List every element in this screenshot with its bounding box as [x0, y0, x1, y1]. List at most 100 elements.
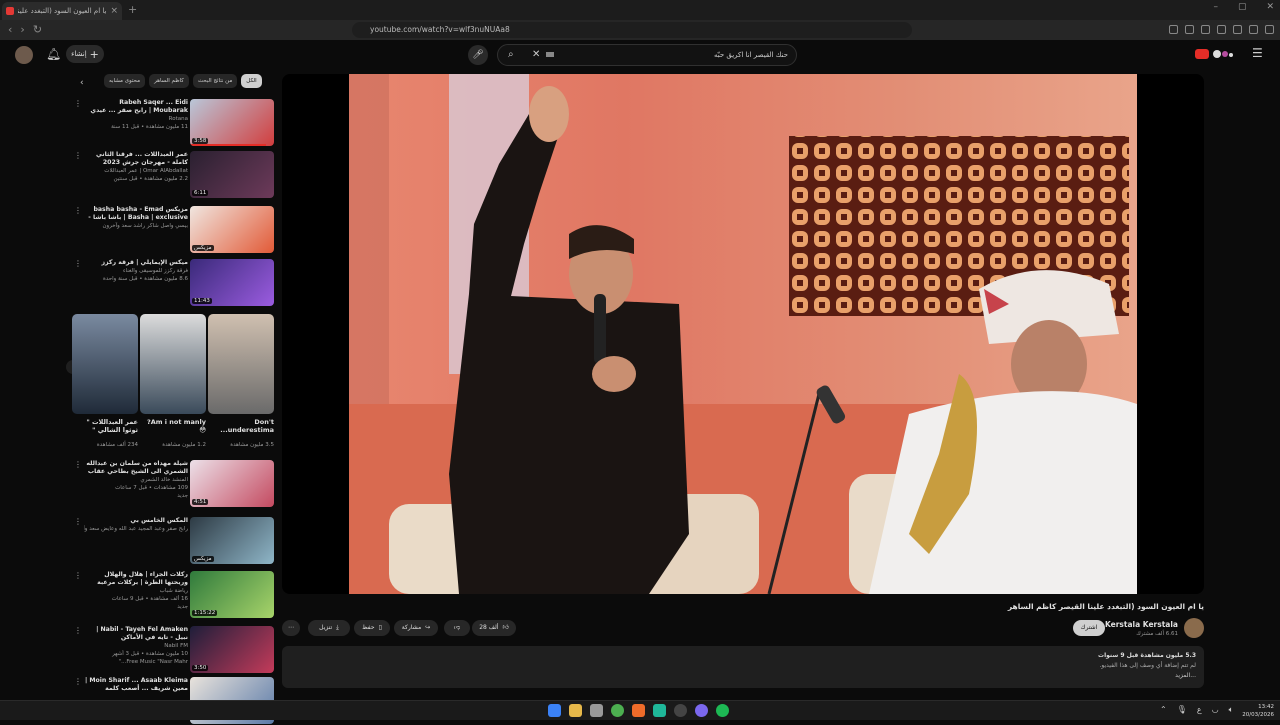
account-switcher-icon[interactable] [1211, 48, 1235, 60]
spotify-icon[interactable] [716, 704, 729, 717]
related-video-item[interactable]: 11:43 ميكس الإيمايلي | قرقة ركزز فرقة ركزز… [70, 259, 275, 307]
video-thumbnail[interactable]: مزيكس [190, 206, 274, 253]
steam-icon[interactable] [674, 704, 687, 717]
related-video-item[interactable]: 1:15:22 ركلات الجزاء | هلال والهلال وربحت… [70, 571, 275, 619]
maximize-button[interactable]: ▢ [1238, 2, 1247, 12]
more-options-icon[interactable]: ⋮ [74, 517, 82, 526]
forward-arrow-icon[interactable]: › [20, 23, 24, 36]
more-options-icon[interactable]: ⋮ [74, 99, 82, 108]
clear-search-icon[interactable]: ✕ [532, 45, 540, 65]
short-title[interactable]: Am i not manly? 😳 [140, 418, 206, 434]
video-frame[interactable] [349, 74, 1137, 594]
browser-tab[interactable]: يا ام العيون السود (التبغدد علينا القيصر… [2, 2, 122, 20]
like-button[interactable]: 28 ألف 👍︎ [472, 620, 516, 636]
search-input[interactable]: ⌕ ✕ حنك القيصر انا اكريق حبّه [497, 44, 797, 66]
close-window-button[interactable]: ✕ [1266, 2, 1274, 12]
video-thumbnail[interactable]: 3:58 [190, 99, 274, 146]
save-label: حفظ [362, 624, 375, 631]
description-box[interactable]: 5.3 مليون مشاهدة قبل 9 سنوات لم تتم إضاف… [282, 646, 1204, 688]
chips-prev-icon[interactable]: ‹ [80, 78, 84, 88]
filter-chip[interactable]: كاظم الساهر [149, 74, 189, 88]
new-badge: جديد [177, 493, 188, 499]
more-options-icon[interactable]: ⋮ [74, 626, 82, 635]
keyboard-icon[interactable] [546, 52, 554, 57]
video-thumbnail[interactable]: 1:15:22 [190, 571, 274, 618]
minimize-button[interactable]: – [1213, 2, 1218, 12]
video-thumbnail[interactable]: مزيكس [190, 517, 274, 564]
short-thumbnail[interactable] [72, 314, 138, 414]
short-title[interactable]: عمر العبداللات " ثوثوا الشالي " [72, 418, 138, 434]
reload-icon[interactable]: ↻ [33, 23, 42, 36]
video-thumbnail[interactable]: 6:11 [190, 151, 274, 198]
nav-buttons: ‹ › ↻ [8, 23, 42, 36]
video-info: Nabil - Tayeh Fel Amaken | نبيل - تايه ف… [84, 626, 188, 666]
short-thumbnail[interactable] [208, 314, 274, 414]
youtube-logo-icon[interactable] [1195, 49, 1209, 59]
more-actions-button[interactable]: ⋯ [282, 620, 300, 636]
mic-icon[interactable]: 🎙︎ [1177, 705, 1187, 715]
more-options-icon[interactable]: ⋮ [74, 460, 82, 469]
chevron-up-icon[interactable]: ⌃ [1160, 705, 1167, 715]
sidebar-icon[interactable] [1185, 25, 1194, 34]
notification-bell-icon[interactable]: 🔔︎ [46, 47, 61, 61]
video-player[interactable] [282, 74, 1204, 594]
duration-badge: 4:51 [192, 499, 209, 505]
short-title[interactable]: Don't underestima... [208, 418, 274, 434]
related-video-item[interactable]: 6:11 عمر العبداللات ... فرقنا الثاني كامل… [70, 151, 275, 199]
avatar[interactable] [15, 46, 33, 64]
channel-avatar[interactable] [1184, 618, 1204, 638]
brave-icon[interactable] [632, 704, 645, 717]
wallet-icon[interactable] [1201, 25, 1210, 34]
related-video-item[interactable]: 4:51 شيلة مهداه من سلمان بن عبدالله الشمر… [70, 460, 275, 508]
guide-menu-icon[interactable]: ☰ [1252, 46, 1263, 60]
filter-chip[interactable]: من نتائج البحث [192, 74, 238, 88]
download-icon[interactable] [1249, 25, 1258, 34]
volume-icon[interactable]: 🔈︎ [1229, 705, 1234, 715]
channel-name: رابح صقر وعبد المجيد عبد الله وعايض سعد … [84, 526, 188, 532]
subscribe-button[interactable]: اشترك [1073, 620, 1105, 636]
filter-chip[interactable]: محتوى مشابه [104, 74, 146, 88]
discord-icon[interactable] [695, 704, 708, 717]
more-options-icon[interactable]: ⋮ [74, 151, 82, 160]
filter-chip[interactable]: الكل [241, 74, 262, 88]
chrome-icon[interactable] [611, 704, 624, 717]
short-thumbnail[interactable] [140, 314, 206, 414]
video-thumbnail[interactable]: 4:51 [190, 460, 274, 507]
share-button[interactable]: مشاركة ↪ [394, 620, 438, 636]
language-indicator[interactable]: ع [1197, 705, 1202, 715]
shield-icon[interactable] [1233, 25, 1242, 34]
related-video-item[interactable]: مزيكس المكس الخامس بي رابح صقر وعبد المجيد… [70, 517, 275, 565]
file-explorer-icon[interactable] [569, 704, 582, 717]
show-more-link[interactable]: ...المزيد [1175, 672, 1196, 679]
more-options-icon[interactable]: ⋮ [74, 677, 82, 686]
extension-icon[interactable] [1169, 25, 1178, 34]
start-menu-icon[interactable] [548, 704, 561, 717]
back-arrow-icon[interactable]: ‹ [8, 23, 12, 36]
duration-badge: 6:11 [192, 190, 209, 196]
dislike-button[interactable]: 👎︎ [444, 620, 470, 636]
related-video-item[interactable]: 3:50 Nabil - Tayeh Fel Amaken | نبيل - تا… [70, 626, 275, 674]
vpn-icon[interactable] [1217, 25, 1226, 34]
more-options-icon[interactable]: ⋮ [74, 571, 82, 580]
more-options-icon[interactable]: ⋮ [74, 206, 82, 215]
address-bar[interactable]: youtube.com/watch?v=wlf3nuNUAa8 [352, 22, 912, 38]
new-tab-button[interactable]: + [128, 3, 137, 16]
channel-name[interactable]: Kerstala Kerstala [1105, 620, 1178, 629]
close-tab-icon[interactable]: × [110, 6, 118, 16]
clock[interactable]: 13:42 20/03/2026 [1242, 703, 1274, 719]
app-icon[interactable] [653, 704, 666, 717]
create-button[interactable]: إنشاء + [66, 45, 104, 63]
related-video-item[interactable]: مزيكس مزيكس basha basha - Emad Basha | ex… [70, 206, 275, 254]
download-button[interactable]: تنزيل ⤓ [308, 620, 350, 636]
video-thumbnail[interactable]: 11:43 [190, 259, 274, 306]
more-options-icon[interactable]: ⋮ [74, 259, 82, 268]
wifi-icon[interactable]: ◡ [1212, 705, 1219, 715]
save-button[interactable]: حفظ ▯ [354, 620, 390, 636]
video-thumbnail[interactable]: 3:50 [190, 626, 274, 673]
related-video-item[interactable]: 3:58 Rabeh Saqer ... Eidi Moubarak | رابح… [70, 99, 275, 147]
search-icon[interactable]: ⌕ [508, 45, 514, 65]
store-icon[interactable] [590, 704, 603, 717]
voice-search-icon[interactable]: 🎤︎ [468, 45, 488, 65]
channel-extra: Free Music "Nasr Mahr..." [118, 659, 188, 665]
menu-icon[interactable] [1265, 25, 1274, 34]
